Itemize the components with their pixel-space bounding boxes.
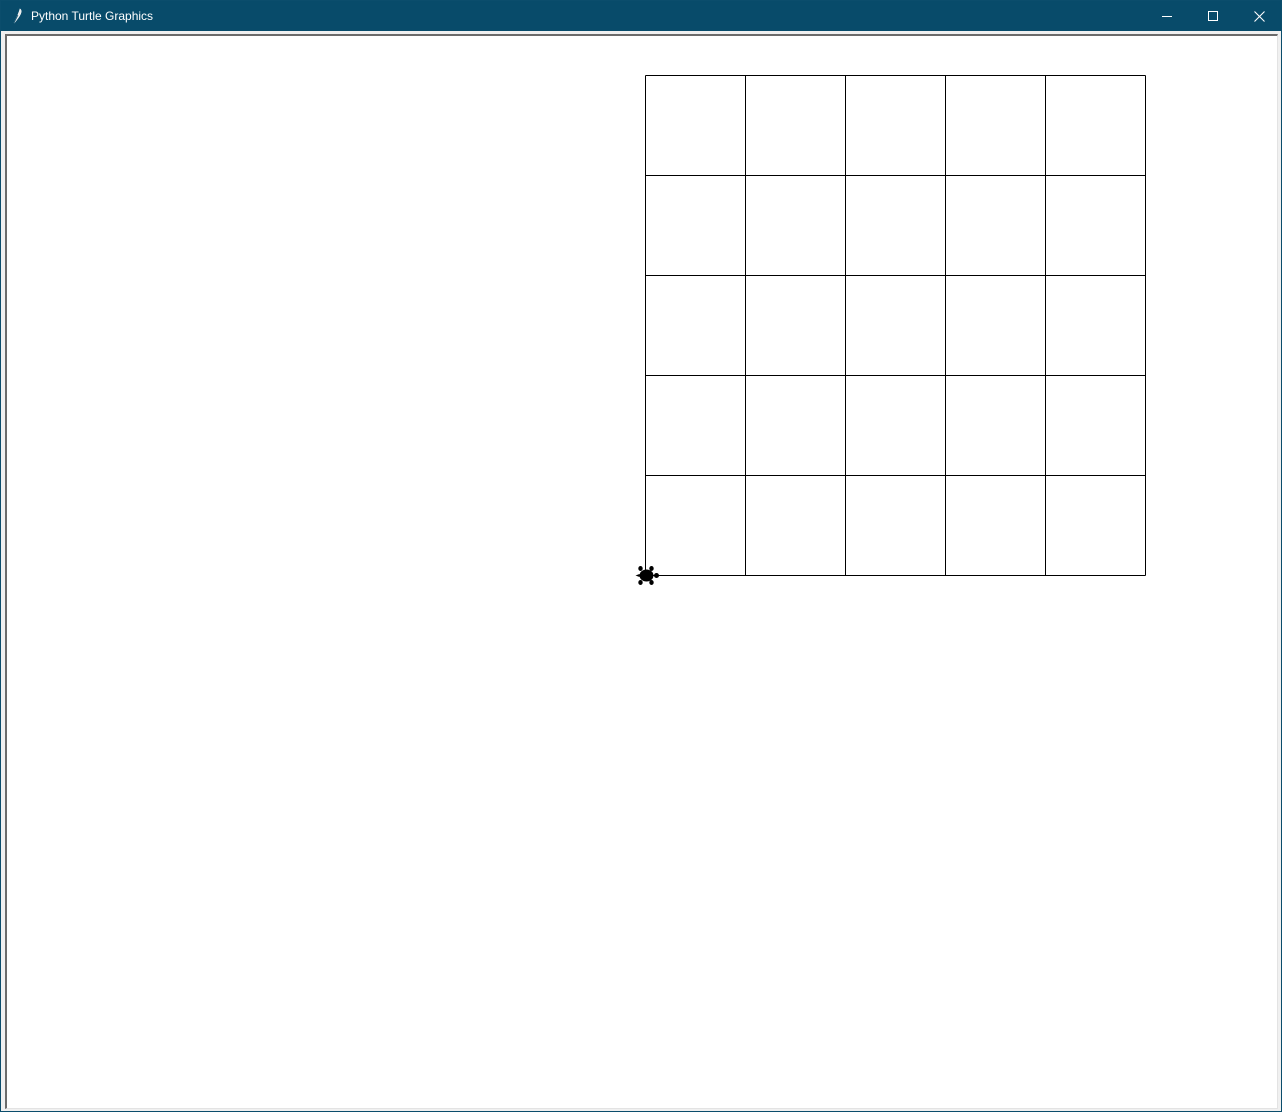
canvas-frame (5, 34, 1278, 1109)
minimize-icon (1162, 11, 1172, 21)
maximize-icon (1208, 11, 1218, 21)
turtle-part (635, 574, 640, 577)
turtle-part (649, 580, 654, 585)
turtle-part (639, 569, 654, 582)
turtle-part (638, 580, 643, 585)
turtle-part (654, 573, 659, 578)
title-bar[interactable]: Python Turtle Graphics (1, 1, 1281, 31)
turtle-window: Python Turtle Graphics (0, 0, 1282, 1112)
minimize-button[interactable] (1144, 1, 1190, 31)
feather-icon (11, 8, 25, 24)
drawing-surface (635, 75, 1146, 585)
window-title: Python Turtle Graphics (31, 9, 154, 23)
grid (645, 75, 1146, 576)
close-button[interactable] (1236, 1, 1282, 31)
turtle-canvas[interactable] (7, 36, 1277, 1108)
turtle-icon (635, 566, 659, 585)
maximize-button[interactable] (1190, 1, 1236, 31)
turtle-part (649, 566, 654, 571)
turtle-part (638, 566, 643, 571)
close-icon (1253, 10, 1265, 22)
